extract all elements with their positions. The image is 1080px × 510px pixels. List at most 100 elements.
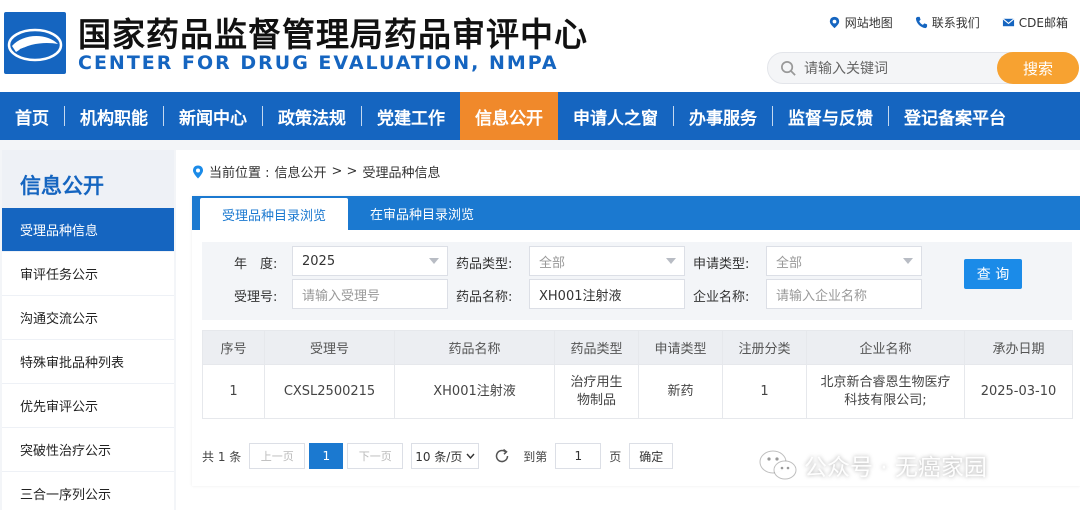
nav-item-registration[interactable]: 登记备案平台 xyxy=(889,92,1021,140)
search-icon xyxy=(781,61,796,76)
drug-name-value: XH001注射液 xyxy=(539,288,622,304)
phone-icon xyxy=(915,16,927,29)
drug-type-select[interactable]: 全部 xyxy=(529,246,685,276)
accept-no-placeholder: 请输入受理号 xyxy=(302,288,381,304)
year-select[interactable]: 2025 xyxy=(292,246,448,276)
apply-type-select[interactable]: 全部 xyxy=(766,246,922,276)
nav-item-policy[interactable]: 政策法规 xyxy=(263,92,361,140)
sidebar-item-review-tasks[interactable]: 审评任务公示 xyxy=(2,252,174,296)
breadcrumb-section[interactable]: 信息公开 xyxy=(275,162,327,181)
drug-name-label: 药品名称: xyxy=(456,290,513,305)
search-bar: 搜索 xyxy=(767,52,1079,84)
chevron-down-icon xyxy=(466,453,475,459)
nav-item-applicant[interactable]: 申请人之窗 xyxy=(558,92,673,140)
nav-item-functions[interactable]: 机构职能 xyxy=(65,92,163,140)
query-button[interactable]: 查 询 xyxy=(964,259,1022,289)
company-input[interactable]: 请输入企业名称 xyxy=(766,279,922,309)
drug-name-input[interactable]: XH001注射液 xyxy=(529,279,685,309)
breadcrumb: 当前位置 : 信息公开 > > 受理品种信息 xyxy=(192,162,440,181)
cde-mail-label: CDE邮箱 xyxy=(1018,16,1068,30)
nav-item-supervision[interactable]: 监督与反馈 xyxy=(773,92,888,140)
company-placeholder: 请输入企业名称 xyxy=(776,288,868,304)
site-title-cn: 国家药品监督管理局药品审评中心 xyxy=(78,15,588,54)
company-label: 企业名称: xyxy=(693,290,750,305)
page-number-current[interactable]: 1 xyxy=(309,443,344,469)
filter-form: 年 度: 2025 药品类型: 全部 申请类型: 全部 查 询 受理号: 请输入… xyxy=(202,242,1072,320)
col-header-apply-type: 申请类型 xyxy=(638,330,723,365)
col-header-drug-type: 药品类型 xyxy=(554,330,639,365)
main-nav: 首页 机构职能 新闻中心 政策法规 党建工作 信息公开 申请人之窗 办事服务 监… xyxy=(0,92,1080,140)
top-links: 网站地图 联系我们 CDE邮箱 xyxy=(828,14,1068,31)
apply-type-value: 全部 xyxy=(776,255,803,271)
apply-type-label: 申请类型: xyxy=(693,257,750,272)
page-unit-label: 页 xyxy=(609,449,622,464)
cell-apply-type: 新药 xyxy=(638,364,723,419)
cell-drug-type: 治疗用生 物制品 xyxy=(554,364,639,419)
contact-link[interactable]: 联系我们 xyxy=(915,14,980,31)
prev-page-button[interactable]: 上一页 xyxy=(249,443,306,469)
goto-confirm-button[interactable]: 确定 xyxy=(629,443,674,469)
location-pin-icon xyxy=(193,165,203,178)
drug-type-label: 药品类型: xyxy=(456,257,513,272)
nav-item-party[interactable]: 党建工作 xyxy=(362,92,460,140)
nav-item-info-disclosure[interactable]: 信息公开 xyxy=(460,92,558,140)
watermark-text: 公众号 · 无癌家园 xyxy=(804,455,987,481)
cell-drug-type-line2: 物制品 xyxy=(576,392,616,408)
breadcrumb-current: 受理品种信息 xyxy=(362,166,441,181)
sidebar-item-accepted-varieties[interactable]: 受理品种信息 xyxy=(2,208,174,252)
cde-mail-link[interactable]: CDE邮箱 xyxy=(1002,14,1068,31)
search-input[interactable] xyxy=(804,58,984,80)
nav-item-services[interactable]: 办事服务 xyxy=(674,92,772,140)
table-row[interactable]: 1 CXSL2500215 XH001注射液 治疗用生 物制品 新药 1 北京新… xyxy=(202,364,1073,419)
site-title-en: CENTER FOR DRUG EVALUATION, NMPA xyxy=(78,52,559,74)
refresh-icon[interactable] xyxy=(493,447,511,465)
chevron-down-icon xyxy=(903,258,913,264)
year-value: 2025 xyxy=(302,253,336,269)
col-header-drug-name: 药品名称 xyxy=(394,330,555,365)
site-map-link[interactable]: 网站地图 xyxy=(828,14,893,31)
cell-drug-type-line1: 治疗用生 xyxy=(570,374,623,390)
col-header-date: 承办日期 xyxy=(964,330,1073,365)
accept-no-input[interactable]: 请输入受理号 xyxy=(292,279,448,309)
chevron-down-icon xyxy=(429,258,439,264)
sidebar-list: 受理品种信息 审评任务公示 沟通交流公示 特殊审批品种列表 优先审评公示 突破性… xyxy=(2,208,174,510)
tab-bar: 受理品种目录浏览 在审品种目录浏览 xyxy=(192,196,1080,230)
site-map-label: 网站地图 xyxy=(844,16,893,30)
year-label: 年 度: xyxy=(234,257,278,272)
tab-accepted-catalog[interactable]: 受理品种目录浏览 xyxy=(200,198,349,230)
nav-item-news[interactable]: 新闻中心 xyxy=(164,92,262,140)
sidebar-title: 信息公开 xyxy=(20,174,104,198)
cell-drug-name: XH001注射液 xyxy=(394,364,555,419)
tab-in-review-catalog[interactable]: 在审品种目录浏览 xyxy=(348,196,496,230)
wechat-icon xyxy=(759,450,797,480)
accept-no-label: 受理号: xyxy=(234,290,278,305)
cde-logo[interactable] xyxy=(4,12,66,74)
table-header-row: 序号 受理号 药品名称 药品类型 申请类型 注册分类 企业名称 承办日期 xyxy=(202,330,1073,365)
goto-page-input[interactable]: 1 xyxy=(555,443,602,469)
sidebar-item-three-in-one[interactable]: 三合一序列公示 xyxy=(2,472,174,510)
mail-icon xyxy=(1002,18,1015,27)
next-page-button[interactable]: 下一页 xyxy=(347,443,404,469)
site-header: 国家药品监督管理局药品审评中心 CENTER FOR DRUG EVALUATI… xyxy=(0,0,1080,92)
col-header-no: 序号 xyxy=(202,330,265,365)
cell-no: 1 xyxy=(202,364,265,419)
results-table: 序号 受理号 药品名称 药品类型 申请类型 注册分类 企业名称 承办日期 1 C… xyxy=(202,330,1073,419)
pager-total: 共 1 条 xyxy=(202,449,242,464)
search-button[interactable]: 搜索 xyxy=(997,52,1079,84)
cell-company-line1: 北京新合睿恩生物医疗 xyxy=(820,374,951,390)
query-panel: 受理品种目录浏览 在审品种目录浏览 年 度: 2025 药品类型: 全部 申请类… xyxy=(192,196,1080,486)
page-size-value: 10 条/页 xyxy=(415,449,463,464)
wechat-watermark: 公众号 · 无癌家园 xyxy=(758,448,987,482)
breadcrumb-separator: > > xyxy=(331,164,358,179)
nav-item-home[interactable]: 首页 xyxy=(0,92,64,140)
cell-accept-no: CXSL2500215 xyxy=(264,364,395,419)
page-size-select[interactable]: 10 条/页 xyxy=(411,443,480,469)
location-pin-icon xyxy=(829,16,839,29)
sidebar-item-communication[interactable]: 沟通交流公示 xyxy=(2,296,174,340)
col-header-company: 企业名称 xyxy=(806,330,965,365)
sidebar-item-special-approval[interactable]: 特殊审批品种列表 xyxy=(2,340,174,384)
col-header-accept-no: 受理号 xyxy=(264,330,395,365)
sidebar-item-breakthrough[interactable]: 突破性治疗公示 xyxy=(2,428,174,472)
sidebar-item-priority-review[interactable]: 优先审评公示 xyxy=(2,384,174,428)
cell-reg-class: 1 xyxy=(722,364,807,419)
